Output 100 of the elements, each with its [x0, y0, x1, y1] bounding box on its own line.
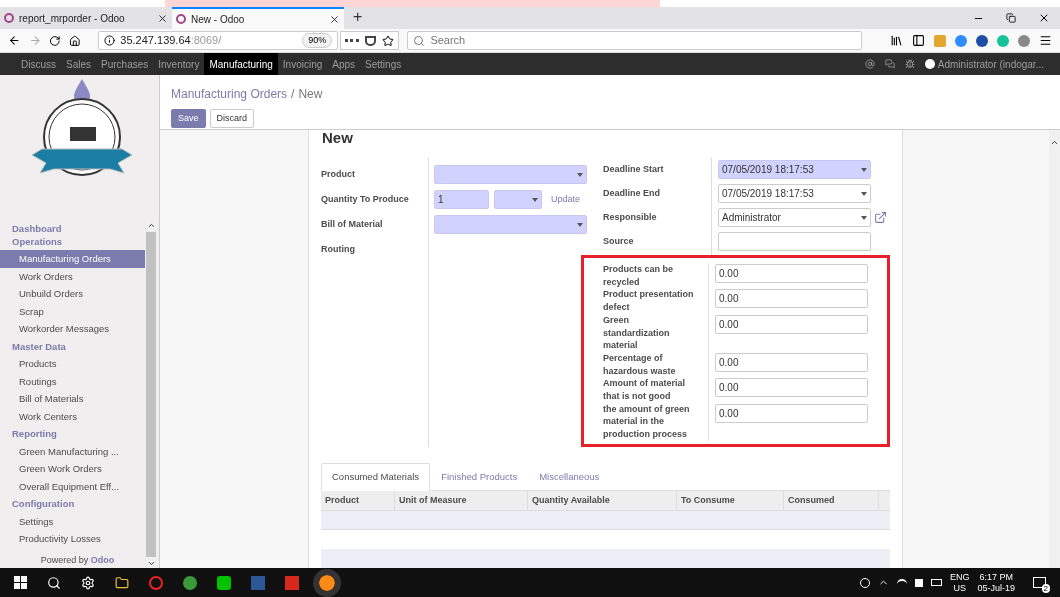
sidebar-item[interactable]: Work Centers: [0, 407, 145, 425]
app-menu-item[interactable]: Settings: [360, 53, 407, 75]
clock-date[interactable]: 05-Jul-19: [977, 582, 1015, 594]
mention-icon[interactable]: [864, 59, 875, 69]
external-link-icon[interactable]: [874, 211, 887, 224]
user-menu[interactable]: Administrator (indogar...: [937, 56, 1044, 72]
home-icon[interactable]: [68, 34, 81, 47]
notebook-tab[interactable]: Miscellaneous: [528, 462, 611, 491]
notebook-tab[interactable]: Finished Products: [430, 462, 529, 491]
sidebar-section-title[interactable]: Configuration: [0, 498, 145, 511]
app-icon[interactable]: [149, 575, 163, 590]
browser-tab[interactable]: New - Odoo: [172, 7, 344, 29]
scroll-down-icon[interactable]: [146, 559, 156, 568]
sidebar-item[interactable]: Workorder Messages: [0, 320, 145, 338]
app-menu-item[interactable]: Inventory: [153, 53, 205, 75]
dropdown-field[interactable]: Administrator: [718, 208, 871, 227]
input-field[interactable]: 0.00: [715, 378, 868, 398]
scroll-up-icon[interactable]: [146, 221, 156, 230]
library-icon[interactable]: [890, 34, 903, 47]
language-code[interactable]: ENG: [949, 571, 970, 583]
search-field[interactable]: Search: [407, 31, 862, 50]
sidebar-item[interactable]: Routings: [0, 372, 145, 390]
sidebar-item[interactable]: Green Work Orders: [0, 460, 145, 478]
search-icon[interactable]: [47, 575, 61, 590]
sidebar-item[interactable]: Green Manufacturing ...: [0, 442, 145, 460]
breadcrumb-link[interactable]: Manufacturing Orders: [171, 87, 288, 101]
pdf-app-icon[interactable]: [285, 575, 299, 590]
extension-icon[interactable]: [955, 34, 967, 47]
scrollbar-thumb[interactable]: [146, 232, 156, 557]
sidebar-section-title[interactable]: Master Data: [0, 340, 145, 353]
pocket-icon[interactable]: [365, 35, 377, 46]
more-icon[interactable]: [345, 39, 360, 42]
windows-icon[interactable]: [14, 576, 27, 589]
region-code[interactable]: US: [953, 582, 966, 594]
chat-app-icon[interactable]: [217, 575, 231, 590]
save-button[interactable]: Save: [171, 109, 206, 128]
app-menu-item[interactable]: Sales: [61, 53, 97, 75]
sidebar-item[interactable]: Products: [0, 355, 145, 373]
sidebar-item[interactable]: Manufacturing Orders: [0, 250, 145, 268]
breadcrumb-current: New: [298, 87, 323, 101]
sidebar-section-title[interactable]: Dashboard: [0, 223, 145, 236]
restore-icon[interactable]: [1006, 13, 1016, 23]
app-menu-item[interactable]: Apps: [327, 53, 361, 75]
discard-button[interactable]: Discard: [209, 109, 255, 128]
quantity-field[interactable]: 1: [434, 190, 489, 209]
clock-time[interactable]: 6:17 PM: [979, 571, 1013, 583]
input-field[interactable]: 0.00: [715, 289, 868, 309]
field-label: Source: [603, 234, 635, 248]
battery-icon[interactable]: [930, 579, 942, 586]
column-header[interactable]: Product: [321, 490, 395, 510]
address-bar[interactable]: 35.247.139.64:8069/ 90%: [98, 31, 339, 50]
update-link[interactable]: Update: [551, 192, 581, 207]
column-header[interactable]: Unit of Measure: [395, 490, 528, 510]
dropdown-field[interactable]: 07/05/2019 18:17:53: [718, 160, 871, 179]
input-field[interactable]: 0.00: [715, 403, 868, 423]
sidebar-section-title[interactable]: Operations: [0, 235, 145, 248]
close-icon[interactable]: [329, 13, 340, 25]
close-window-icon[interactable]: [1038, 12, 1050, 24]
sidebar-item[interactable]: Bill of Materials: [0, 390, 145, 408]
chat-icon[interactable]: [884, 59, 895, 69]
sidebar-item[interactable]: Settings: [0, 512, 145, 530]
close-icon[interactable]: [157, 12, 168, 24]
notebook-tab[interactable]: Consumed Materials: [321, 462, 431, 491]
caret-icon: [532, 197, 538, 202]
browser-tab[interactable]: report_mrporder - Odoo: [0, 7, 172, 29]
dropdown-field[interactable]: [434, 215, 587, 234]
sidebar-item[interactable]: Work Orders: [0, 267, 145, 285]
menu-icon[interactable]: [1039, 34, 1052, 47]
sidebar-icon[interactable]: [912, 34, 925, 47]
sidebar-item[interactable]: Scrap: [0, 302, 145, 320]
bug-icon[interactable]: [904, 59, 915, 69]
extension-icon[interactable]: [976, 34, 988, 47]
sidebar-item[interactable]: Overall Equipment Eff...: [0, 477, 145, 495]
app-menu-item[interactable]: Purchases: [96, 53, 154, 75]
app-icon[interactable]: [183, 575, 197, 590]
column-header[interactable]: Quantity Available: [528, 490, 677, 510]
star-icon[interactable]: [382, 34, 395, 47]
field-label: Green standardization material: [603, 313, 709, 352]
app-menu-item[interactable]: Manufacturing: [204, 53, 278, 75]
back-icon[interactable]: [8, 34, 21, 47]
column-header[interactable]: To Consume: [677, 490, 784, 510]
gear-icon[interactable]: [81, 575, 95, 590]
new-tab-button[interactable]: +: [344, 7, 372, 29]
input-field[interactable]: 0.00: [715, 264, 868, 283]
column-header[interactable]: Consumed: [784, 490, 879, 510]
app-menu-item[interactable]: Invoicing: [277, 53, 328, 75]
zoom-badge[interactable]: 90%: [302, 32, 333, 49]
sidebar-item[interactable]: Productivity Losses: [0, 530, 145, 548]
reload-icon[interactable]: [49, 34, 61, 47]
scroll-up-icon[interactable]: [1050, 138, 1059, 147]
input-field[interactable]: 0.00: [715, 352, 868, 372]
app-menu-item[interactable]: Discuss: [16, 53, 61, 75]
document-app-icon[interactable]: [251, 575, 265, 590]
sidebar-item[interactable]: Unbuild Orders: [0, 285, 145, 303]
input-field[interactable]: [718, 232, 871, 251]
folder-icon[interactable]: [115, 575, 129, 590]
dropdown-field[interactable]: [434, 165, 587, 184]
input-field[interactable]: 0.00: [715, 314, 868, 334]
account-icon[interactable]: [1018, 34, 1030, 47]
dropdown-field[interactable]: 07/05/2019 18:17:53: [718, 184, 871, 203]
